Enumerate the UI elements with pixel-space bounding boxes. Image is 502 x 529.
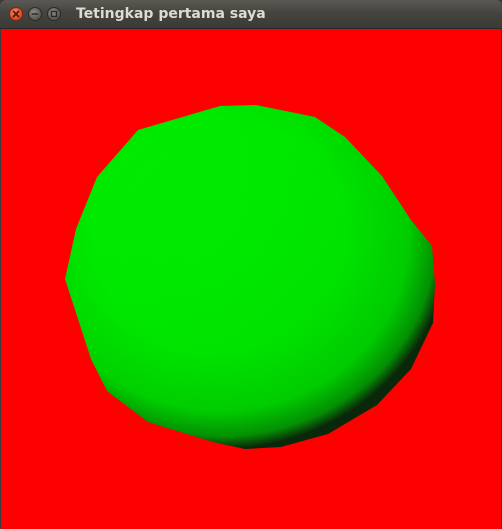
window-title: Tetingkap pertama saya xyxy=(76,6,266,22)
render-canvas[interactable] xyxy=(1,29,501,529)
minimize-button[interactable] xyxy=(28,7,42,21)
close-button[interactable] xyxy=(9,7,23,21)
close-icon xyxy=(12,10,20,18)
maximize-button[interactable] xyxy=(47,7,61,21)
maximize-icon xyxy=(50,10,58,18)
minimize-icon xyxy=(31,13,39,15)
application-window: Tetingkap pertama saya xyxy=(0,0,502,529)
scene-svg xyxy=(1,29,501,529)
title-bar[interactable]: Tetingkap pertama saya xyxy=(0,0,502,29)
